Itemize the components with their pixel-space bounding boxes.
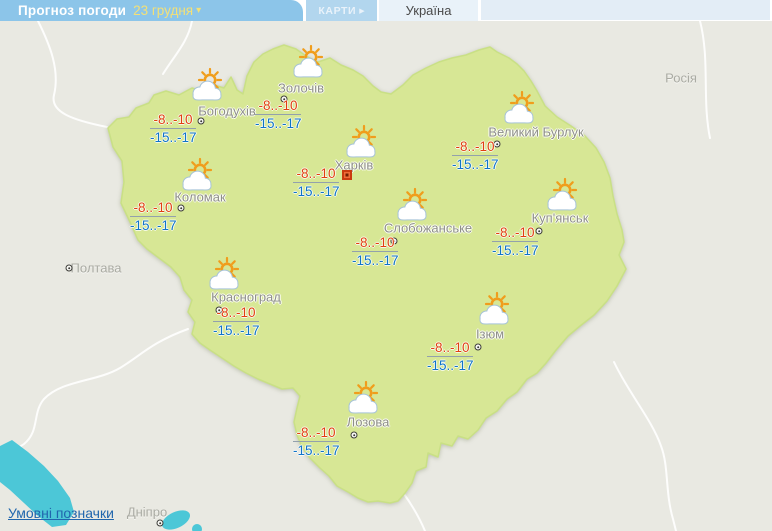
sun-cloud-icon xyxy=(391,187,431,223)
sun-cloud-icon xyxy=(186,67,226,103)
temperature-block: -8..-10-15..-17 xyxy=(213,306,259,337)
town-marker[interactable] xyxy=(198,118,205,125)
date-label: 23 грудня xyxy=(133,3,193,18)
night-temp: -15..-17 xyxy=(427,357,473,372)
night-temp: -15..-17 xyxy=(130,217,176,232)
day-temp: -8..-10 xyxy=(452,140,498,156)
day-temp: -8..-10 xyxy=(130,201,176,217)
header-strip xyxy=(481,0,770,20)
day-temp: -8..-10 xyxy=(293,167,339,183)
header: Прогноз погоди 23 грудня ▾ КАРТИ ▶ Украї… xyxy=(0,0,772,21)
temperature-block: -8..-10-15..-17 xyxy=(150,113,196,144)
forecast-title-bar: Прогноз погоди 23 грудня ▾ xyxy=(0,0,303,21)
sun-cloud-icon xyxy=(342,380,382,416)
date-dropdown[interactable]: 23 грудня ▾ xyxy=(133,3,201,18)
night-temp: -15..-17 xyxy=(255,115,301,130)
night-temp: -15..-17 xyxy=(293,442,339,457)
neighbor-label: Дніпро xyxy=(127,505,167,520)
marker-dot xyxy=(353,434,356,437)
day-temp: -8..-10 xyxy=(293,426,339,442)
page-title: Прогноз погоди xyxy=(18,3,126,18)
day-temp: -8..-10 xyxy=(213,306,259,322)
city-label[interactable]: Красноград xyxy=(211,290,281,305)
night-temp: -15..-17 xyxy=(452,156,498,171)
temperature-block: -8..-10-15..-17 xyxy=(352,236,398,267)
legend-link[interactable]: Умовні позначки xyxy=(8,505,114,521)
chevron-down-icon: ▾ xyxy=(196,6,201,16)
city-label[interactable]: Ізюм xyxy=(476,327,504,342)
city-overlay: Богодухів-8..-10-15..-17Золочів-8..-10-1… xyxy=(0,0,772,531)
marker-dot xyxy=(538,230,541,233)
night-temp: -15..-17 xyxy=(213,322,259,337)
day-temp: -8..-10 xyxy=(150,113,196,129)
day-temp: -8..-10 xyxy=(492,226,538,242)
day-temp: -8..-10 xyxy=(427,341,473,357)
chevron-right-icon: ▶ xyxy=(359,7,364,15)
temperature-block: -8..-10-15..-17 xyxy=(452,140,498,171)
marker-dot xyxy=(159,522,162,525)
marker-dot xyxy=(346,174,349,177)
city-label[interactable]: Слобожанське xyxy=(384,221,472,236)
sun-cloud-icon xyxy=(541,177,581,213)
temperature-block: -8..-10-15..-17 xyxy=(293,167,339,198)
town-marker xyxy=(66,265,73,272)
marker-dot xyxy=(477,346,480,349)
town-marker[interactable] xyxy=(351,432,358,439)
ukraine-tab-label: Україна xyxy=(406,3,452,18)
town-marker[interactable] xyxy=(178,205,185,212)
city-label[interactable]: Великий Бурлук xyxy=(488,125,583,140)
temperature-block: -8..-10-15..-17 xyxy=(492,226,538,257)
neighbor-label: Росія xyxy=(665,71,697,86)
marker-dot xyxy=(200,120,203,123)
marker-dot xyxy=(180,207,183,210)
town-marker[interactable] xyxy=(475,344,482,351)
city-label[interactable]: Харків xyxy=(335,158,374,173)
sun-cloud-icon xyxy=(287,44,327,80)
sun-cloud-icon xyxy=(176,157,216,193)
night-temp: -15..-17 xyxy=(293,183,339,198)
city-label[interactable]: Богодухів xyxy=(198,104,256,119)
night-temp: -15..-17 xyxy=(352,252,398,267)
temperature-block: -8..-10-15..-17 xyxy=(293,426,339,457)
sun-cloud-icon xyxy=(203,256,243,292)
marker-dot xyxy=(68,267,71,270)
capital-marker[interactable] xyxy=(342,170,352,180)
temperature-block: -8..-10-15..-17 xyxy=(255,99,301,130)
city-label[interactable]: Лозова xyxy=(347,415,390,430)
neighbor-label: Полтава xyxy=(71,261,122,276)
temperature-block: -8..-10-15..-17 xyxy=(427,341,473,372)
maps-tab-label: КАРТИ xyxy=(318,5,356,17)
city-label[interactable]: Куп'янськ xyxy=(532,211,589,226)
city-label[interactable]: Коломак xyxy=(174,190,225,205)
day-temp: -8..-10 xyxy=(352,236,398,252)
night-temp: -15..-17 xyxy=(150,129,196,144)
town-marker xyxy=(157,520,164,527)
day-temp: -8..-10 xyxy=(255,99,301,115)
sun-cloud-icon xyxy=(473,291,513,327)
temperature-block: -8..-10-15..-17 xyxy=(130,201,176,232)
city-label[interactable]: Золочів xyxy=(278,81,324,96)
sun-cloud-icon xyxy=(340,124,380,160)
tab-maps[interactable]: КАРТИ ▶ xyxy=(306,0,377,21)
sun-cloud-icon xyxy=(498,90,538,126)
tab-ukraine[interactable]: Україна xyxy=(379,0,478,21)
night-temp: -15..-17 xyxy=(492,242,538,257)
